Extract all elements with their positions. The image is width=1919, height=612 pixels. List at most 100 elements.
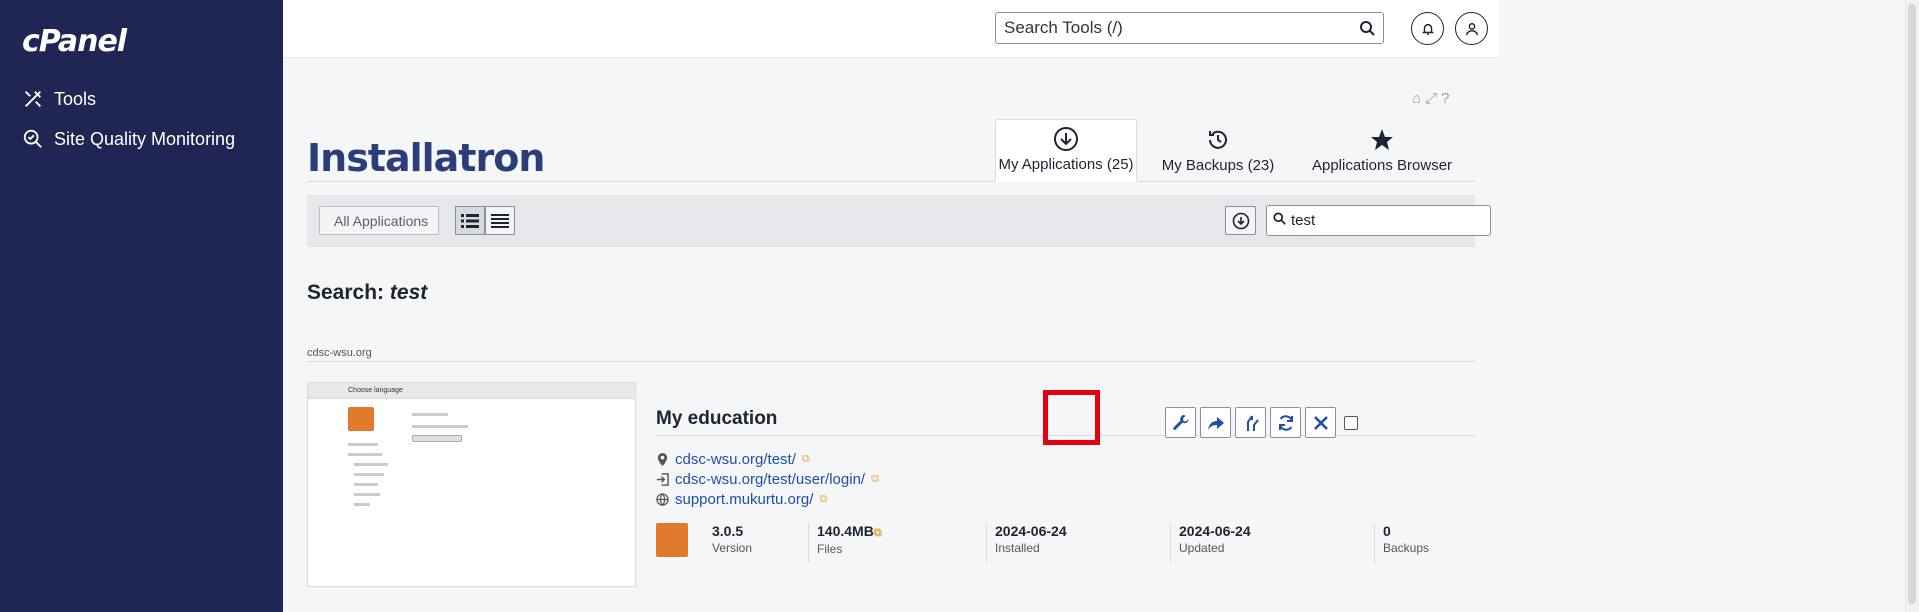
thumb-line (354, 463, 388, 466)
tab-my-backups[interactable]: My Backups (23) (1143, 119, 1293, 182)
history-icon (1209, 130, 1227, 149)
help-icon[interactable]: ? (1441, 90, 1449, 107)
tab-applications-browser[interactable]: Applications Browser (1297, 119, 1467, 182)
tab-label: My Backups (23) (1161, 157, 1275, 174)
search-icon (1360, 21, 1375, 36)
download-circle-icon (1232, 212, 1249, 229)
stat-label: Backups (1383, 541, 1430, 555)
magnifier-icon (1273, 211, 1287, 230)
branch-app-button[interactable] (1235, 407, 1266, 438)
outer-background (1499, 0, 1919, 612)
app-support-link[interactable]: support.mukurtu.org/ ⧉ (656, 491, 827, 508)
branch-icon (1246, 414, 1259, 431)
delete-app-button[interactable] (1305, 407, 1336, 438)
stat-updated: 2024-06-24 Updated (1170, 523, 1251, 563)
stat-value: 2024-06-24 (1179, 523, 1251, 539)
corner-tools: ⌂ ⤢ ? (1412, 90, 1449, 107)
main-content: ⌂ ⤢ ? My Applications (25) My Backups (2… (283, 58, 1499, 612)
sidebar-item-label: Site Quality Monitoring (54, 128, 236, 149)
import-button[interactable] (1225, 206, 1256, 235)
app-screenshot[interactable]: Choose language (307, 382, 636, 587)
app-actions (1165, 407, 1358, 438)
detail-view-button[interactable] (455, 206, 485, 235)
search-heading: Search: test (307, 281, 427, 305)
top-header: Search Tools (/) (283, 0, 1499, 58)
sidebar-item-label: Tools (54, 88, 97, 109)
edit-app-button[interactable] (1165, 407, 1196, 438)
download-circle-icon (1054, 127, 1078, 151)
stat-label: Version (712, 541, 753, 555)
thumb-logo (348, 407, 374, 431)
thumb-line (412, 425, 468, 428)
notifications-button[interactable] (1411, 12, 1444, 45)
cpanel-logo[interactable]: cPanel (22, 24, 127, 59)
thumb-button (412, 435, 462, 442)
home-icon[interactable]: ⌂ (1412, 90, 1421, 107)
sidebar-item-tools[interactable]: Tools (22, 88, 96, 110)
stat-label: Installed (995, 541, 1040, 555)
stat-installed: 2024-06-24 Installed (986, 523, 1067, 563)
applications-toolbar: All Applications test (307, 195, 1491, 247)
thumb-line (354, 493, 380, 496)
search-placeholder: Search Tools (/) (1004, 18, 1123, 37)
thumb-title-bar: Choose language (308, 383, 635, 399)
sidebar: cPanel Tools Site Quality Monitoring (0, 0, 283, 612)
detail-list-icon (461, 213, 479, 228)
link-text[interactable]: cdsc-wsu.org/test/ (675, 451, 796, 468)
update-app-button[interactable] (1270, 407, 1301, 438)
star-icon (1371, 129, 1393, 150)
user-menu-button[interactable] (1455, 12, 1488, 45)
app-title[interactable]: My education (656, 408, 777, 430)
stat-files: 140.4MB⧉ Files (808, 523, 882, 563)
mukurtu-logo (656, 523, 688, 557)
stat-label: Files (817, 542, 843, 556)
select-app-checkbox[interactable] (1344, 415, 1358, 430)
stat-version: 3.0.5 Version (702, 523, 752, 563)
compact-view-button[interactable] (485, 206, 515, 235)
filter-value: test (1291, 212, 1316, 229)
bell-icon (1421, 23, 1434, 35)
app-url-link[interactable]: cdsc-wsu.org/test/ ⧉ (656, 451, 810, 468)
location-pin-icon (657, 453, 668, 466)
thumb-line (354, 483, 378, 486)
search-prefix: Search: (307, 281, 385, 304)
clone-app-button[interactable] (1200, 407, 1231, 438)
globe-icon (656, 493, 669, 506)
expand-icon[interactable]: ⤢ (1425, 90, 1437, 107)
stat-label: Updated (1179, 541, 1225, 555)
site-quality-icon (23, 129, 42, 148)
link-text[interactable]: support.mukurtu.org/ (675, 491, 813, 508)
compact-list-icon (491, 213, 509, 228)
search-tools-input[interactable]: Search Tools (/) (995, 12, 1384, 44)
stat-value: 140.4MB⧉ (817, 523, 882, 539)
stat-value: 3.0.5 (712, 523, 744, 539)
user-icon (1465, 22, 1478, 35)
link-text[interactable]: cdsc-wsu.org/test/user/login/ (675, 471, 865, 488)
wrench-icon (1172, 414, 1189, 430)
installatron-logo: Installatron (307, 136, 545, 180)
close-icon (1313, 415, 1328, 430)
refresh-icon (1278, 414, 1293, 431)
thumb-line (354, 503, 370, 506)
domain-divider (307, 361, 1475, 362)
thumb-line (348, 443, 378, 446)
filter-input[interactable]: test (1266, 205, 1491, 236)
all-applications-button[interactable]: All Applications (319, 206, 440, 235)
stat-value: 0 (1383, 523, 1391, 539)
tools-icon (25, 91, 41, 107)
tab-label: My Applications (25) (998, 156, 1134, 173)
thumb-line (348, 453, 382, 456)
external-link-icon: ⧉ (873, 527, 882, 539)
tab-label: Applications Browser (1311, 157, 1453, 174)
scrollbar-thumb[interactable] (1908, 4, 1916, 604)
share-arrow-icon (1207, 416, 1224, 430)
view-toggle (455, 206, 515, 235)
stat-backups: 0 Backups (1374, 523, 1429, 563)
sidebar-item-site-quality[interactable]: Site Quality Monitoring (22, 128, 235, 150)
thumb-line (354, 473, 384, 476)
app-login-link[interactable]: cdsc-wsu.org/test/user/login/ ⧉ (656, 471, 879, 488)
tab-my-applications[interactable]: My Applications (25) (995, 119, 1137, 182)
login-icon (656, 473, 669, 486)
external-link-icon: ⧉ (801, 453, 810, 465)
search-term: test (389, 281, 428, 304)
